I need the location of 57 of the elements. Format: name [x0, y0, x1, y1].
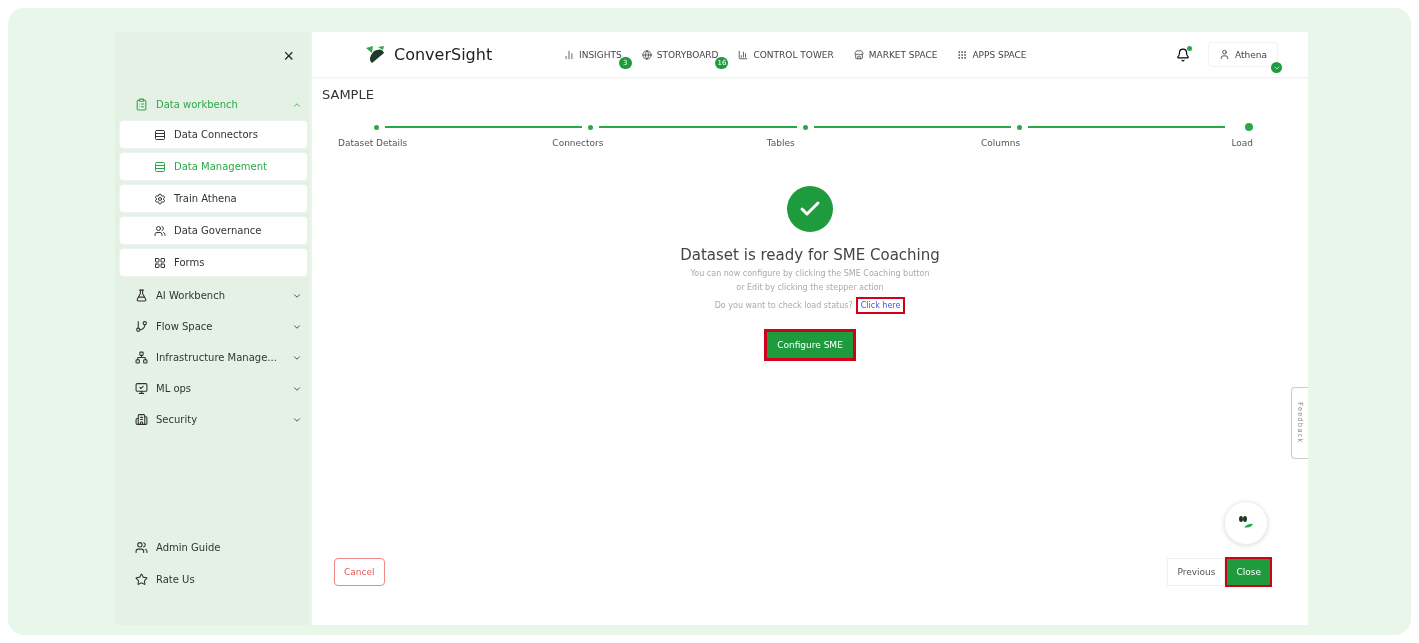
item-icon	[154, 128, 166, 141]
logo-icon	[364, 44, 386, 65]
message-text: You can now configure by clicking the SME Coaching button	[690, 269, 930, 278]
section-icon	[135, 413, 148, 426]
sidebar-link[interactable]: Rate Us	[135, 563, 310, 595]
footer-button[interactable]: Close	[1225, 557, 1272, 587]
sidebar-item[interactable]: Data Connectors	[119, 120, 308, 149]
item-icon	[154, 160, 166, 173]
notification-button[interactable]	[1176, 47, 1190, 62]
sidebar-item[interactable]: Forms	[119, 248, 308, 277]
step-label: Load	[1231, 138, 1254, 148]
dropdown-icon[interactable]	[1271, 62, 1282, 73]
user-icon	[1219, 49, 1230, 60]
message-text: Do you want to check load status?	[714, 301, 853, 310]
section-icon	[135, 320, 148, 333]
nav-link[interactable]: APPS SPACE	[957, 49, 1027, 60]
check-icon	[787, 186, 833, 232]
star-icon	[135, 572, 148, 586]
nav-icon	[853, 49, 864, 60]
nav-icon	[641, 49, 652, 60]
user-menu[interactable]: Athena	[1208, 42, 1278, 67]
people-icon	[135, 540, 148, 554]
nav-icon	[564, 49, 574, 60]
nav-link[interactable]: CONTROL TOWER	[738, 49, 834, 60]
chat-button[interactable]	[1224, 501, 1268, 545]
close-button[interactable]: ×	[281, 44, 296, 69]
sidebar-group[interactable]: Flow Space	[131, 311, 306, 342]
item-icon	[154, 224, 166, 237]
section-icon	[135, 351, 148, 364]
section-icon	[135, 289, 148, 302]
sidebar-link[interactable]: Admin Guide	[135, 531, 310, 563]
nav-icon	[738, 49, 749, 60]
page-title: SAMPLE	[321, 86, 375, 102]
message-title: Dataset is ready for SME Coaching	[680, 246, 940, 264]
sidebar-item[interactable]: Train Athena	[119, 184, 308, 213]
message-text: or Edit by clicking the stepper action	[736, 283, 884, 292]
item-icon	[154, 192, 166, 205]
sidebar-group[interactable]: Infrastructure Manage...	[131, 342, 306, 373]
nav-link[interactable]: MARKET SPACE	[853, 49, 938, 60]
step-label: Columns	[981, 138, 1021, 148]
step-label: Dataset Details	[338, 138, 408, 148]
section-icon	[135, 98, 148, 111]
section-icon	[135, 382, 148, 395]
sidebar-group[interactable]: ML ops	[131, 373, 306, 404]
step-label: Tables	[766, 138, 795, 148]
sidebar-item[interactable]: Data Governance	[119, 216, 308, 245]
sidebar-group[interactable]: Security	[131, 404, 306, 435]
configure-button[interactable]: Configure SME	[765, 330, 855, 360]
footer-button[interactable]: Cancel	[334, 558, 385, 586]
footer-button[interactable]: Previous	[1167, 558, 1226, 586]
load-status-link[interactable]: Click here	[855, 297, 906, 314]
nav-icon	[957, 49, 968, 60]
bell-icon	[1176, 47, 1190, 62]
sidebar-group[interactable]: AI Workbench	[131, 280, 306, 311]
logo: ConverSight	[364, 44, 564, 65]
step-label: Connectors	[552, 138, 604, 148]
item-icon	[154, 256, 166, 269]
